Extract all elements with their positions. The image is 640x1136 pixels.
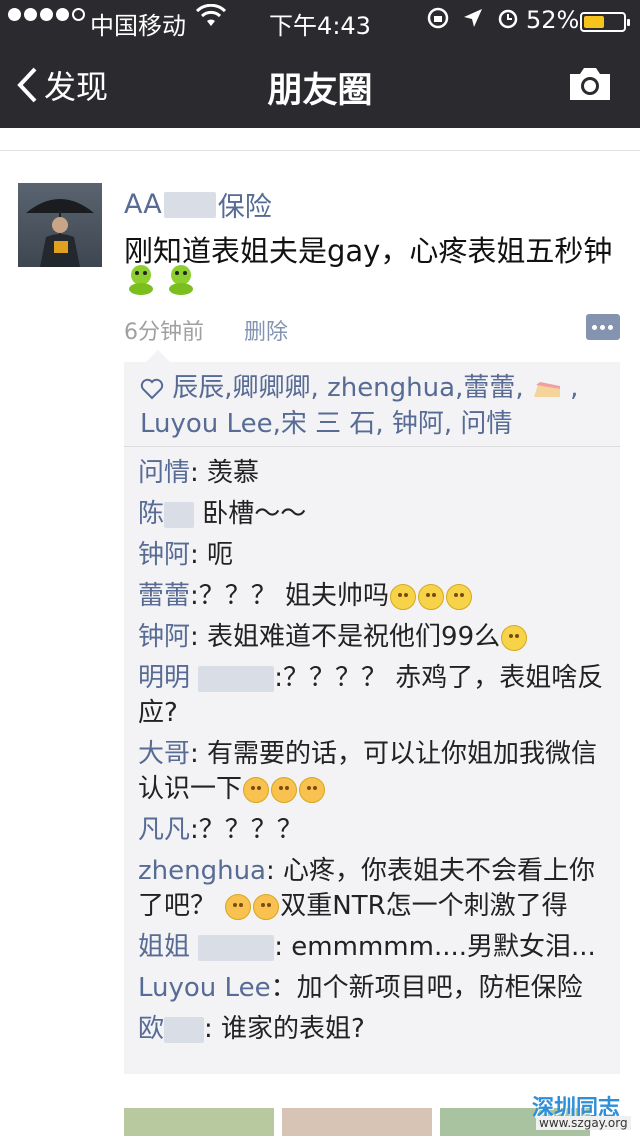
comment-text: ：加个新项目吧，防柜保险: [270, 973, 583, 1003]
comments-list: 问情: 羡慕 陈 卧槽～～ 钟阿: 呃 蕾蕾:？？？ 姐夫帅吗 钟阿: 表姐难道…: [138, 456, 614, 1053]
cake-icon: [533, 381, 560, 397]
post-emoji-row: [124, 262, 198, 296]
comment-item[interactable]: 大哥: 有需要的话，可以让你姐加我微信认识一下: [138, 737, 614, 807]
comment-text: : 表姐难道不是祝他们99么: [190, 622, 501, 652]
blurred-text: [198, 934, 275, 961]
smile-emoji-icon: [501, 624, 528, 651]
emoji-icon: [169, 265, 193, 295]
comment-item[interactable]: 明明 :？？？？ 赤鸡了，表姐啥反应?: [138, 661, 614, 731]
comment-text: : 羡慕: [190, 458, 260, 488]
post-author[interactable]: AA 保险: [124, 185, 272, 224]
location-icon: [462, 7, 484, 35]
heart-icon: [140, 378, 164, 399]
comment-item[interactable]: 陈 卧槽～～: [138, 497, 614, 532]
camera-button[interactable]: [566, 64, 614, 108]
comment-item[interactable]: Luyou Lee：加个新项目吧，防柜保险: [138, 971, 614, 1006]
likes-names[interactable]: 辰辰,卿卿卿,: [172, 373, 319, 403]
comment-text: :？？？？: [190, 815, 303, 845]
post-meta: 6分钟前 删除: [124, 314, 288, 346]
interaction-box: 辰辰,卿卿卿, zhenghua,蕾蕾, , Luyou Lee,宋 三 石, …: [124, 350, 620, 1074]
commenter-name[interactable]: 明明: [138, 663, 190, 693]
commenter-name[interactable]: 姐姐: [138, 932, 190, 962]
blurred-text: [198, 665, 275, 692]
watermark-url: www.szgay.org: [536, 1116, 631, 1130]
image-thumbnail[interactable]: [124, 1108, 274, 1136]
commenter-name[interactable]: 陈: [138, 499, 164, 529]
comment-item[interactable]: 问情: 羡慕: [138, 456, 614, 491]
commenter-name[interactable]: zhenghua: [138, 856, 266, 886]
blush-emoji-icon: [299, 776, 326, 803]
blush-emoji-icon: [253, 893, 280, 920]
blurred-text: [164, 501, 195, 528]
comment-item[interactable]: 钟阿: 表姐难道不是祝他们99么: [138, 620, 614, 655]
more-actions-button[interactable]: [586, 314, 620, 340]
commenter-name[interactable]: 钟阿: [138, 540, 190, 570]
commenter-name[interactable]: 大哥: [138, 739, 190, 769]
comment-text: : emmmmm....男默女泪...: [274, 932, 596, 962]
comment-item[interactable]: 凡凡:？？？？: [138, 813, 614, 848]
orientation-lock-icon: [426, 6, 450, 36]
smile-emoji-icon: [418, 583, 445, 610]
comment-item[interactable]: 姐姐 : emmmmm....男默女泪...: [138, 930, 614, 965]
commenter-name[interactable]: 蕾蕾: [138, 581, 190, 611]
likes-names[interactable]: zhenghua: [327, 373, 455, 403]
comment-item[interactable]: 钟阿: 呃: [138, 538, 614, 573]
blurred-text: [163, 191, 216, 218]
comment-text: 双重NTR怎一个刺激了得: [280, 891, 568, 921]
author-name-prefix: AA: [124, 189, 162, 220]
emoji-icon: [129, 265, 153, 295]
comment-text: : 有需要的话，可以让你姐加我微信认识一下: [138, 739, 598, 804]
commenter-name[interactable]: Luyou Lee: [138, 973, 271, 1003]
nav-bar: 发现 朋友圈: [0, 40, 640, 128]
blurred-text: [164, 1016, 205, 1043]
divider: [124, 446, 620, 447]
battery-percent: 52%: [526, 6, 580, 34]
comment-text: :？？？ 姐夫帅吗: [190, 581, 390, 611]
smile-emoji-icon: [446, 583, 473, 610]
status-bar: 中国移动 下午4:43 52%: [0, 0, 640, 40]
image-thumbnail[interactable]: [282, 1108, 432, 1136]
comment-text: 卧槽～～: [194, 499, 307, 529]
battery-fill: [584, 16, 604, 28]
likes-names[interactable]: Luyou Lee,宋 三 石, 钟阿, 问情: [140, 409, 512, 439]
delete-link[interactable]: 删除: [244, 314, 288, 346]
blush-emoji-icon: [243, 776, 270, 803]
divider: [0, 150, 640, 151]
page-title: 朋友圈: [267, 71, 373, 111]
blush-emoji-icon: [225, 893, 252, 920]
comment-text: : 呃: [190, 540, 234, 570]
likes-names[interactable]: ,蕾蕾,: [455, 373, 524, 403]
status-icons: [426, 6, 520, 36]
next-post-images[interactable]: [124, 1108, 590, 1136]
comment-item[interactable]: 蕾蕾:？？？ 姐夫帅吗: [138, 579, 614, 614]
alarm-icon: [496, 6, 520, 36]
battery-icon: [580, 12, 630, 32]
author-name-suffix: 保险: [217, 192, 272, 223]
blush-emoji-icon: [271, 776, 298, 803]
comment-text: : 谁家的表姐?: [204, 1014, 365, 1044]
post-time: 6分钟前: [124, 320, 204, 345]
comment-item[interactable]: 欧 : 谁家的表姐?: [138, 1012, 614, 1047]
commenter-name[interactable]: 钟阿: [138, 622, 190, 652]
commenter-name[interactable]: 欧: [138, 1014, 164, 1044]
commenter-name[interactable]: 凡凡: [138, 815, 190, 845]
avatar[interactable]: [18, 183, 102, 267]
comment-item[interactable]: zhenghua: 心疼，你表姐夫不会看上你了吧？ 双重NTR怎一个刺激了得: [138, 854, 614, 924]
camera-icon: [570, 68, 610, 100]
commenter-name[interactable]: 问情: [138, 458, 190, 488]
likes-list: 辰辰,卿卿卿, zhenghua,蕾蕾, , Luyou Lee,宋 三 石, …: [140, 373, 579, 439]
smile-emoji-icon: [390, 583, 417, 610]
